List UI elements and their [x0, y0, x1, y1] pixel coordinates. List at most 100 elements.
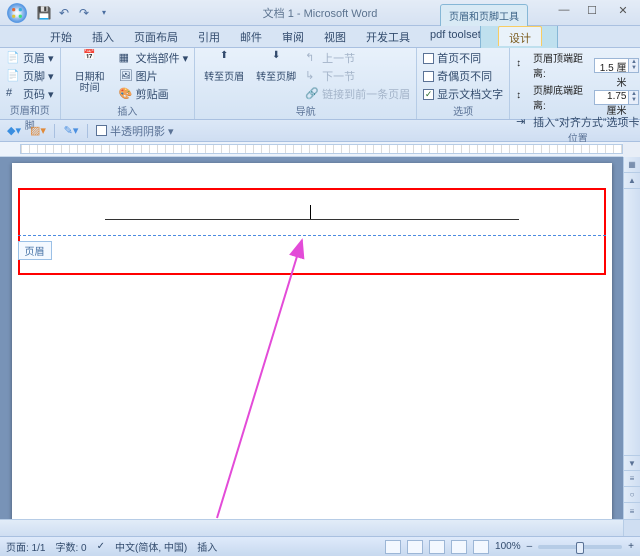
spin-down-icon[interactable]: ▼	[628, 97, 638, 104]
clipart-button[interactable]: 🎨剪贴画	[119, 86, 189, 102]
checkbox-checked-icon: ✓	[423, 89, 434, 100]
undo-icon[interactable]: ↶	[56, 5, 72, 21]
annotation-highlight	[18, 188, 606, 275]
align-tab-icon: ⇥	[516, 115, 530, 129]
tab-home[interactable]: 开始	[40, 26, 82, 47]
close-button[interactable]: ✕	[606, 0, 640, 20]
quick-access-toolbar: 💾 ↶ ↷ ▾	[36, 5, 112, 21]
header-dist-input[interactable]: 1.5 厘米▲▼	[594, 58, 639, 73]
header-button[interactable]: 📄页眉 ▾	[6, 50, 54, 66]
next-page-nav-icon[interactable]: ≡	[624, 503, 640, 519]
link-prev-button[interactable]: 🔗链接到前一条页眉	[305, 86, 410, 102]
page-number-button[interactable]: #页码 ▾	[6, 86, 54, 102]
horizontal-scrollbar[interactable]	[0, 519, 623, 536]
prev-page-nav-icon[interactable]: ≡	[624, 471, 640, 487]
document-area[interactable]: 页眉	[0, 157, 623, 519]
footer-button[interactable]: 📄页脚 ▾	[6, 68, 54, 84]
link-icon: 🔗	[305, 87, 319, 101]
goto-header-label: 转至页眉	[204, 72, 244, 83]
odd-even-label: 奇偶页不同	[437, 68, 492, 84]
goto-footer-icon: ⬇	[266, 50, 286, 70]
view-outline-icon[interactable]	[451, 540, 467, 554]
redo-icon[interactable]: ↷	[76, 5, 92, 21]
zoom-slider[interactable]	[538, 545, 622, 549]
qat-customize-icon[interactable]: ▾	[96, 5, 112, 21]
wand-icon[interactable]: ✎▾	[63, 123, 79, 139]
next-section-icon: ↳	[305, 69, 319, 83]
translucent-shadow-toggle[interactable]: 半透明阴影 ▾	[96, 123, 174, 139]
picture-button[interactable]: 🖼图片	[119, 68, 189, 84]
next-section-button[interactable]: ↳下一节	[305, 68, 410, 84]
palette-icon[interactable]: ◆▾	[6, 123, 22, 139]
status-words[interactable]: 字数: 0	[55, 539, 86, 554]
status-page[interactable]: 页面: 1/1	[6, 539, 45, 554]
title-bar: 💾 ↶ ↷ ▾ 文档 1 - Microsoft Word 页眉和页脚工具 — …	[0, 0, 640, 26]
goto-footer-label: 转至页脚	[256, 72, 296, 83]
view-full-screen-icon[interactable]	[407, 540, 423, 554]
status-proof-icon[interactable]: ✓	[97, 541, 105, 552]
quickparts-label: 文档部件 ▾	[136, 50, 189, 66]
clipart-icon: 🎨	[119, 87, 133, 101]
header-distance: ↕ 页眉顶端距离: 1.5 厘米▲▼	[516, 50, 639, 80]
first-page-different[interactable]: 首页不同	[423, 50, 503, 66]
tab-references[interactable]: 引用	[188, 26, 230, 47]
odd-even-different[interactable]: 奇偶页不同	[423, 68, 503, 84]
save-icon[interactable]: 💾	[36, 5, 52, 21]
next-section-label: 下一节	[322, 68, 355, 84]
status-insert-mode[interactable]: 插入	[197, 539, 217, 554]
zoom-level[interactable]: 100%	[495, 541, 521, 552]
ruler-toggle-icon[interactable]: ▦	[624, 157, 640, 173]
tab-mailings[interactable]: 邮件	[230, 26, 272, 47]
clipart-label: 剪贴画	[136, 86, 169, 102]
maximize-button[interactable]: ☐	[578, 0, 606, 20]
ribbon: 📄页眉 ▾ 📄页脚 ▾ #页码 ▾ 页眉和页脚 📅 日期和 时间 ▦文档部件 ▾…	[0, 48, 640, 120]
prev-section-label: 上一节	[322, 50, 355, 66]
show-doc-text[interactable]: ✓显示文档文字	[423, 86, 503, 102]
bucket-icon[interactable]: ▨▾	[30, 123, 46, 139]
status-language[interactable]: 中文(简体, 中国)	[115, 539, 187, 554]
group-insert: 📅 日期和 时间 ▦文档部件 ▾ 🖼图片 🎨剪贴画 插入	[61, 48, 196, 119]
prev-section-icon: ↰	[305, 51, 319, 65]
horizontal-ruler[interactable]	[0, 142, 623, 157]
view-print-layout-icon[interactable]	[385, 540, 401, 554]
page[interactable]: 页眉	[12, 163, 612, 519]
scroll-down-icon[interactable]: ▼	[624, 455, 640, 471]
browse-object-icon[interactable]: ○	[624, 487, 640, 503]
office-button[interactable]	[0, 0, 34, 26]
goto-footer-button[interactable]: ⬇ 转至页脚	[253, 50, 299, 83]
show-text-label: 显示文档文字	[437, 86, 503, 102]
zoom-out-button[interactable]: –	[527, 541, 533, 552]
text-cursor	[310, 205, 311, 219]
tab-design[interactable]: 设计	[498, 26, 542, 46]
tab-review[interactable]: 审阅	[272, 26, 314, 47]
tab-developer[interactable]: 开发工具	[356, 26, 420, 47]
zoom-in-button[interactable]: +	[628, 541, 634, 552]
minimize-button[interactable]: —	[550, 0, 578, 20]
first-diff-label: 首页不同	[437, 50, 481, 66]
footer-distance-icon: ↕	[516, 90, 529, 104]
view-web-layout-icon[interactable]	[429, 540, 445, 554]
hash-icon: #	[6, 87, 20, 101]
scroll-up-icon[interactable]: ▲	[624, 173, 640, 189]
prev-section-button[interactable]: ↰上一节	[305, 50, 410, 66]
group-label-insert: 插入	[67, 103, 189, 119]
tab-page-layout[interactable]: 页面布局	[124, 26, 188, 47]
ribbon-tabs: 开始 插入 页面布局 引用 邮件 审阅 视图 开发工具 pdf toolset …	[0, 26, 640, 48]
context-tool-label: 页眉和页脚工具	[440, 4, 528, 26]
picture-icon: 🖼	[119, 69, 133, 83]
tab-view[interactable]: 视图	[314, 26, 356, 47]
footer-icon: 📄	[6, 69, 20, 83]
tab-insert[interactable]: 插入	[82, 26, 124, 47]
picture-label: 图片	[136, 68, 158, 84]
goto-header-button[interactable]: ⬆ 转至页眉	[201, 50, 247, 83]
datetime-button[interactable]: 📅 日期和 时间	[67, 50, 113, 94]
goto-header-icon: ⬆	[214, 50, 234, 70]
footer-dist-input[interactable]: 1.75 厘米▲▼	[594, 90, 639, 105]
group-label-nav: 导航	[201, 103, 410, 119]
scroll-corner	[623, 519, 640, 536]
vertical-scrollbar[interactable]: ▦ ▲ ▼ ≡ ○ ≡	[623, 157, 640, 519]
view-draft-icon[interactable]	[473, 540, 489, 554]
quickparts-button[interactable]: ▦文档部件 ▾	[119, 50, 189, 66]
spin-down-icon[interactable]: ▼	[628, 65, 638, 72]
group-label-options: 选项	[423, 103, 503, 119]
